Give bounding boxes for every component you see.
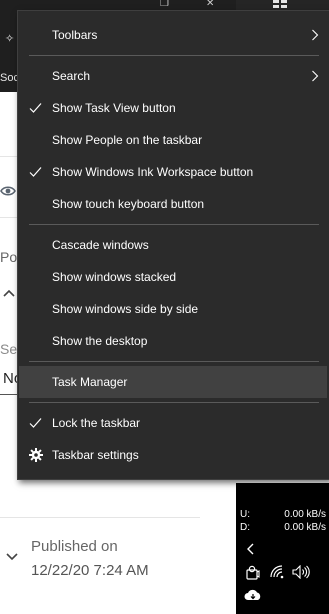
chevron-up-icon[interactable] bbox=[3, 288, 15, 298]
restore-icon[interactable]: ❐ bbox=[160, 0, 169, 9]
menu-item-label: Toolbars bbox=[52, 28, 98, 42]
menu-item-show-touch-keyboard[interactable]: Show touch keyboard button bbox=[19, 188, 327, 220]
menu-item-label: Show windows side by side bbox=[52, 302, 199, 316]
download-value: 0.00 kB/s bbox=[284, 522, 326, 533]
window-controls: ❐ ✕ bbox=[150, 0, 236, 10]
field-underline bbox=[0, 394, 18, 395]
gear-icon bbox=[29, 448, 43, 462]
menu-item-label: Taskbar settings bbox=[52, 448, 139, 462]
tray-icons bbox=[244, 565, 324, 583]
upload-value: 0.00 kB/s bbox=[284, 509, 326, 520]
menu-item-label: Lock the taskbar bbox=[52, 416, 141, 430]
menu-item-label: Search bbox=[52, 69, 91, 83]
chevron-right-icon bbox=[312, 70, 319, 82]
menu-item-label: Show Windows Ink Workspace button bbox=[52, 165, 254, 179]
chevron-left-icon[interactable] bbox=[246, 543, 256, 555]
checkmark-icon bbox=[29, 103, 42, 113]
menu-item-show-stacked[interactable]: Show windows stacked bbox=[19, 261, 327, 293]
menu-item-show-desktop[interactable]: Show the desktop bbox=[19, 325, 327, 357]
upload-speed: U: 0.00 kB/s bbox=[240, 509, 326, 523]
windows-logo-icon[interactable] bbox=[273, 0, 287, 8]
menu-item-toolbars[interactable]: Toolbars bbox=[19, 19, 327, 51]
field-label: Se bbox=[0, 341, 18, 357]
checkmark-icon bbox=[29, 167, 42, 177]
divider bbox=[0, 217, 17, 218]
menu-item-label: Show the desktop bbox=[52, 334, 148, 348]
menu-item-task-manager[interactable]: Task Manager bbox=[19, 366, 327, 398]
menu-separator bbox=[29, 55, 319, 56]
taskbar-context-menu: Toolbars Search Show Task View button Sh… bbox=[17, 10, 329, 480]
menu-item-show-task-view[interactable]: Show Task View button bbox=[19, 92, 327, 124]
menu-item-label: Task Manager bbox=[52, 375, 128, 389]
chevron-down-icon[interactable] bbox=[6, 552, 18, 562]
download-label: D: bbox=[240, 522, 250, 533]
menu-item-show-side-by-side[interactable]: Show windows side by side bbox=[19, 293, 327, 325]
divider bbox=[0, 517, 200, 518]
menu-item-label: Show People on the taskbar bbox=[52, 133, 203, 147]
menu-item-show-ink-workspace[interactable]: Show Windows Ink Workspace button bbox=[19, 156, 327, 188]
menu-item-label: Cascade windows bbox=[52, 238, 149, 252]
menu-item-search[interactable]: Search bbox=[19, 60, 327, 92]
menu-item-cascade-windows[interactable]: Cascade windows bbox=[19, 229, 327, 261]
people-icon[interactable] bbox=[246, 565, 260, 581]
chevron-right-icon bbox=[312, 29, 319, 41]
published-section: Published on 12/22/20 7:24 AM bbox=[0, 520, 200, 590]
eye-icon[interactable] bbox=[0, 185, 16, 197]
divider bbox=[0, 156, 17, 157]
published-date: 12/22/20 7:24 AM bbox=[31, 562, 149, 579]
menu-item-taskbar-settings[interactable]: Taskbar settings bbox=[19, 439, 327, 471]
menu-item-label: Show windows stacked bbox=[52, 270, 177, 284]
onedrive-cloud-icon[interactable] bbox=[244, 589, 262, 601]
menu-separator bbox=[29, 224, 319, 225]
checkmark-icon bbox=[29, 418, 42, 428]
close-icon[interactable]: ✕ bbox=[206, 0, 214, 9]
menu-separator bbox=[29, 402, 319, 403]
menu-item-lock-taskbar[interactable]: Lock the taskbar bbox=[19, 407, 327, 439]
wifi-icon[interactable] bbox=[270, 565, 286, 579]
menu-separator bbox=[29, 361, 319, 362]
sparkle-icon: ✧ bbox=[5, 33, 15, 45]
menu-item-show-people[interactable]: Show People on the taskbar bbox=[19, 124, 327, 156]
menu-item-label: Show touch keyboard button bbox=[52, 197, 205, 211]
speaker-icon[interactable] bbox=[292, 565, 310, 579]
upload-label: U: bbox=[240, 509, 250, 520]
section-label: Po bbox=[0, 249, 18, 265]
system-tray: U: 0.00 kB/s D: 0.00 kB/s bbox=[236, 483, 329, 614]
download-speed: D: 0.00 kB/s bbox=[240, 522, 326, 536]
menu-item-label: Show Task View button bbox=[52, 101, 176, 115]
published-label: Published on bbox=[31, 538, 118, 555]
